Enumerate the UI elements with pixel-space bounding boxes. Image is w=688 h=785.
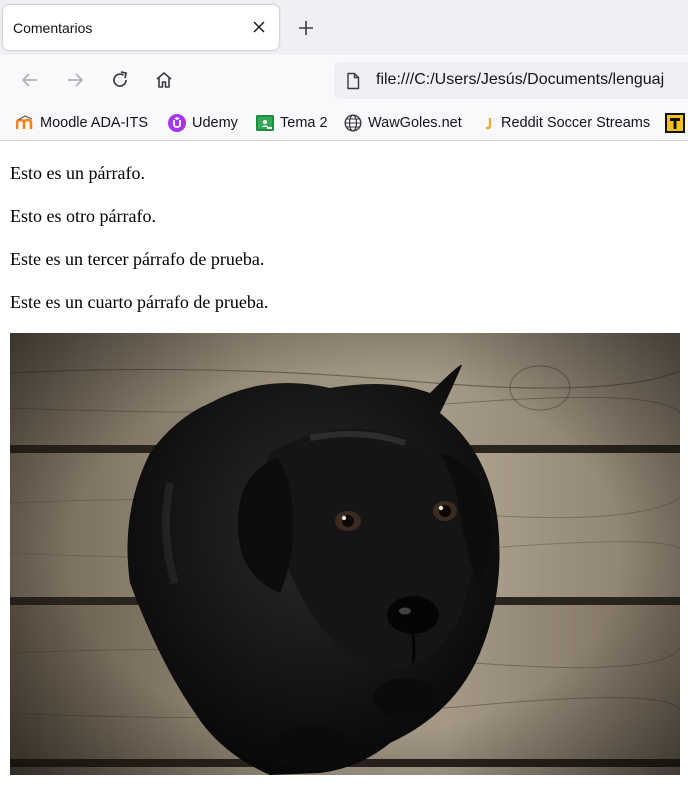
moodle-icon	[16, 114, 34, 132]
bookmark-wawgoles[interactable]: WawGoles.net	[344, 113, 462, 133]
paragraph-2: Esto es otro párrafo.	[10, 206, 156, 226]
bookmark-udemy[interactable]: Udemy	[168, 113, 238, 133]
home-button[interactable]	[152, 68, 176, 92]
puppy-photo	[10, 333, 680, 775]
navigation-toolbar: file:///C:/Users/Jesús/Documents/lenguaj	[0, 55, 688, 105]
close-icon[interactable]	[249, 17, 269, 37]
home-icon	[156, 72, 172, 88]
reload-icon	[113, 71, 128, 87]
bookmark-reddit-soccer-streams[interactable]: Reddit Soccer Streams	[482, 113, 650, 133]
tab-strip: Comentarios	[0, 0, 688, 55]
address-bar[interactable]: file:///C:/Users/Jesús/Documents/lenguaj	[334, 62, 688, 99]
file-page-icon	[347, 72, 360, 90]
reddit-soccer-icon	[482, 114, 496, 132]
google-classroom-icon	[256, 114, 274, 132]
bookmark-overflow[interactable]	[665, 113, 685, 133]
globe-icon	[344, 114, 362, 132]
paragraph-3: Este es un tercer párrafo de prueba.	[10, 249, 265, 269]
bookmark-label: Moodle ADA-ITS	[40, 115, 148, 131]
tab-comentarios[interactable]: Comentarios	[3, 5, 279, 50]
back-arrow-icon	[21, 73, 37, 87]
forward-arrow-icon	[68, 73, 84, 87]
paragraph-1: Esto es un párrafo.	[10, 163, 145, 183]
bookmark-tema-2[interactable]: Tema 2	[256, 113, 328, 133]
bookmark-label: Udemy	[192, 115, 238, 131]
paragraph-4: Este es un cuarto párrafo de prueba.	[10, 292, 269, 312]
bookmark-label: WawGoles.net	[368, 115, 462, 131]
back-button[interactable]	[18, 68, 42, 92]
udemy-icon	[168, 114, 186, 132]
reload-button[interactable]	[108, 68, 132, 92]
url-text[interactable]: file:///C:/Users/Jesús/Documents/lenguaj	[376, 71, 664, 89]
forward-button[interactable]	[63, 68, 87, 92]
t-logo-icon	[665, 113, 685, 133]
bookmark-moodle[interactable]: Moodle ADA-ITS	[16, 113, 148, 133]
new-tab-button[interactable]	[294, 16, 318, 40]
tab-title: Comentarios	[13, 20, 93, 36]
bookmark-label: Tema 2	[280, 115, 328, 131]
bookmark-label: Reddit Soccer Streams	[501, 115, 651, 131]
bookmarks-toolbar: Moodle ADA-ITS Udemy Tema 2 WawGoles.net…	[0, 105, 688, 141]
